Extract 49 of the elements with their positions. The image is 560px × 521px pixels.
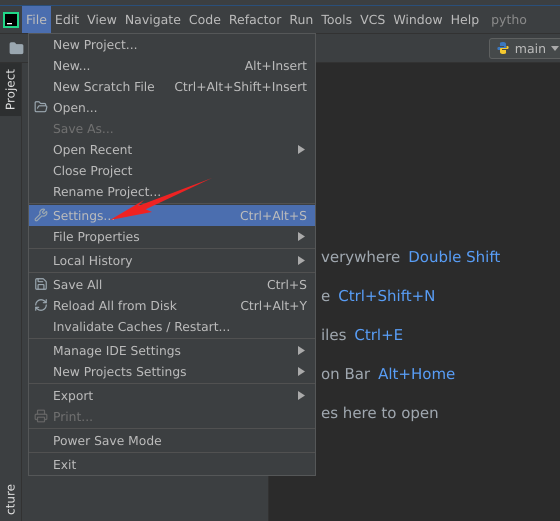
run-config-dropdown[interactable]: main [488,38,560,58]
menu-item[interactable]: Exit [29,454,315,475]
hint-text: iles [321,326,346,345]
hint-text: on Bar [321,365,370,384]
menu-item[interactable]: Open... [29,97,315,118]
menu-item[interactable]: Close Project [29,160,315,181]
menu-item[interactable]: Invalidate Caches / Restart... [29,316,315,337]
menu-item[interactable]: New Scratch File Ctrl+Alt+Shift+Insert [29,76,315,97]
menu-item[interactable]: Manage IDE Settings [29,340,315,361]
hint-text: es here to open [321,404,439,423]
hint-text: verywhere [321,248,400,267]
menu-item[interactable]: Reload All from Disk Ctrl+Alt+Y [29,295,315,316]
project-title: pytho [490,11,527,29]
tool-window-tab[interactable]: cture [0,478,21,521]
menu-item-icon [34,277,48,291]
menu-bar-item[interactable]: Window [389,6,447,33]
menu-item-icon [34,298,48,312]
menu-item-icon [34,409,48,423]
menu-item[interactable]: Power Save Mode [29,430,315,451]
app-logo-icon [3,12,19,28]
caret-icon [551,46,559,50]
menu-bar-item[interactable]: VCS [356,6,390,33]
hint-shortcut: Alt+Home [378,365,456,384]
menu-bar-item[interactable]: View [83,6,121,33]
menu-item[interactable]: Open Recent [29,139,315,160]
hint-shortcut: Double Shift [408,248,500,267]
menu-item-icon [34,208,48,222]
menu-item[interactable]: File Properties [29,226,315,247]
menu-item[interactable]: Local History [29,250,315,271]
menu-item[interactable]: Save All Ctrl+S [29,274,315,295]
hint-shortcut: Ctrl+E [354,326,404,345]
menu-bar-item[interactable]: Edit [50,6,84,33]
menu-bar-item[interactable]: Navigate [120,6,185,33]
folder-icon[interactable] [9,40,24,56]
menu-item[interactable]: Export [29,385,315,406]
menu-bar-item[interactable]: Help [446,6,484,33]
menu-item-icon [34,100,48,114]
menu-bar-item[interactable]: Run [285,6,318,33]
menu-bar-item[interactable]: Tools [317,6,356,33]
menu-bar-item[interactable]: Refactor [224,6,286,33]
menu-item[interactable]: New Project... [29,34,315,55]
menu-item[interactable]: New Projects Settings [29,361,315,382]
hint-text: e [321,287,330,306]
python-icon [496,41,510,55]
menu-item[interactable]: Rename Project... [29,181,315,202]
tool-window-tab[interactable]: Project [0,63,21,116]
menu-bar-item[interactable]: Code [184,6,225,33]
menu-item[interactable]: New... Alt+Insert [29,55,315,76]
hint-shortcut: Ctrl+Shift+N [338,287,436,306]
